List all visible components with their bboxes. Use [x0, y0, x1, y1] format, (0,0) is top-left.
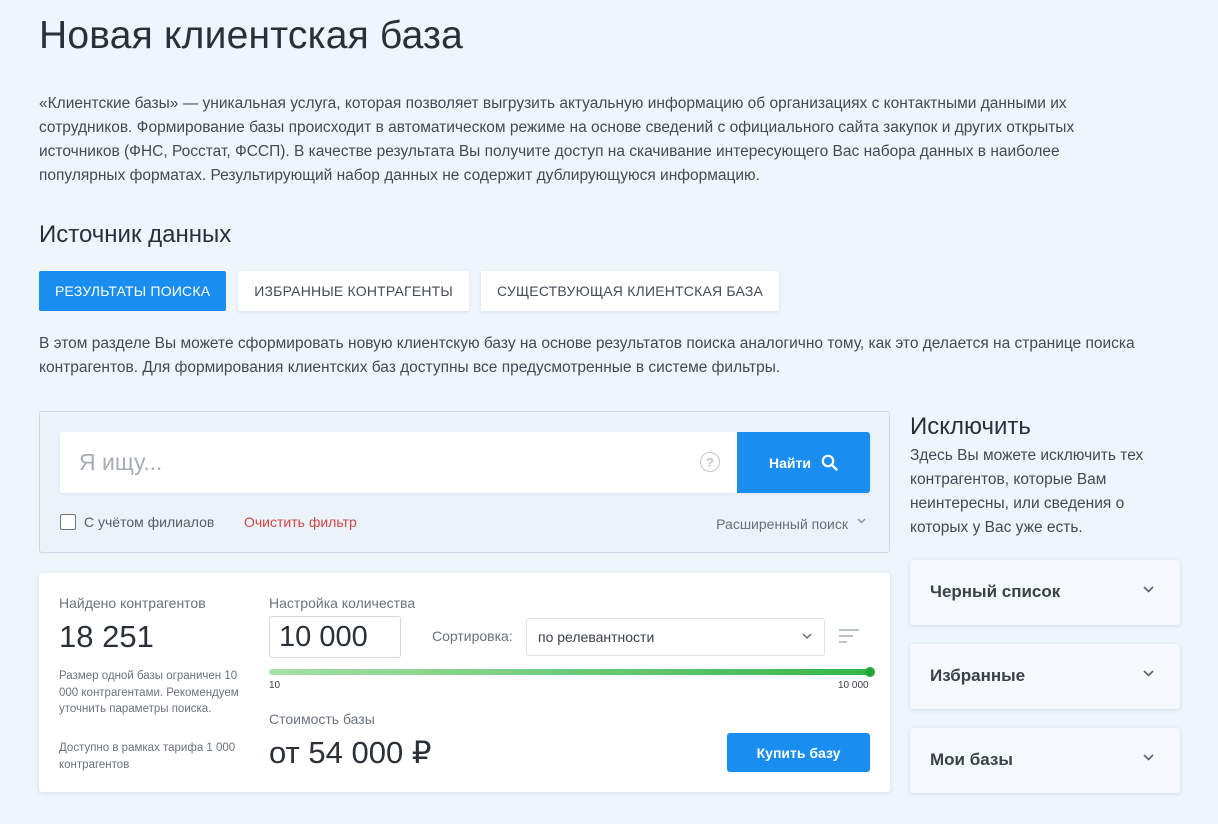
- tab-favorite-counterparties[interactable]: Избранные контрагенты: [238, 271, 470, 311]
- source-description: В этом разделе Вы можете сформировать но…: [39, 335, 1135, 376]
- exclude-heading: Исключить: [910, 413, 1031, 440]
- search-icon: [821, 454, 838, 471]
- my-bases-title: Мои базы: [930, 750, 1013, 769]
- sort-value: по релевантности: [538, 629, 655, 645]
- help-icon[interactable]: ?: [700, 452, 720, 472]
- chevron-down-icon: [857, 518, 866, 524]
- slider-min-label: 10: [269, 680, 281, 691]
- chevron-down-icon: [1143, 670, 1154, 677]
- source-heading: Источник данных: [39, 221, 232, 248]
- find-button[interactable]: Найти: [737, 432, 870, 493]
- filter-row: С учётом филиалов Очистить фильтр Расшир…: [60, 513, 870, 533]
- favorites-accordion[interactable]: Избранные: [910, 644, 1180, 709]
- tab-existing-client-base[interactable]: Существующая клиентская база: [481, 271, 780, 311]
- sort-icon[interactable]: [839, 629, 859, 643]
- price-value: от 54 000 ₽: [269, 735, 432, 770]
- blacklist-title: Черный список: [930, 582, 1061, 601]
- favorites-title: Избранные: [930, 666, 1026, 685]
- chevron-down-icon: [1143, 586, 1154, 593]
- advanced-search-link[interactable]: Расширенный поиск: [716, 516, 848, 532]
- tab-search-results[interactable]: Результаты поиска: [39, 271, 227, 311]
- include-branches-checkbox[interactable]: [60, 514, 76, 530]
- found-label: Найдено контрагентов: [59, 595, 206, 611]
- blacklist-accordion[interactable]: Черный список: [910, 560, 1180, 625]
- exclude-description: Здесь Вы можете исключить тех контрагент…: [910, 447, 1144, 536]
- tariff-note: Доступно в рамках тарифа 1 000 контраген…: [59, 742, 236, 771]
- buy-base-button[interactable]: Купить базу: [727, 733, 870, 772]
- sort-select[interactable]: по релевантности: [526, 618, 825, 656]
- page-title: Новая клиентская база: [39, 14, 464, 57]
- include-branches-label[interactable]: С учётом филиалов: [84, 514, 214, 530]
- quantity-input[interactable]: [269, 616, 401, 658]
- chevron-down-icon: [1143, 754, 1154, 761]
- search-panel: ? Найти С учётом филиалов Очистить фильт…: [39, 411, 890, 553]
- search-row: ? Найти: [60, 432, 870, 493]
- search-input[interactable]: [60, 432, 700, 493]
- quantity-slider-handle[interactable]: [865, 667, 875, 677]
- results-card: Найдено контрагентов 18 251 Размер одной…: [39, 573, 890, 792]
- intro-text: «Клиентские базы» — уникальная услуга, к…: [39, 95, 1075, 184]
- sort-label: Сортировка:: [432, 628, 513, 644]
- found-count: 18 251: [59, 619, 154, 654]
- chevron-down-icon: [802, 633, 812, 639]
- source-tabs: Результаты поиска Избранные контрагенты …: [39, 271, 780, 311]
- price-label: Стоимость базы: [269, 711, 375, 727]
- slider-max-label: 10 000: [838, 680, 869, 691]
- clear-filter-link[interactable]: Очистить фильтр: [244, 514, 357, 530]
- quantity-slider-track[interactable]: [269, 669, 870, 675]
- find-button-label: Найти: [769, 454, 811, 471]
- my-bases-accordion[interactable]: Мои базы: [910, 728, 1180, 793]
- limit-note: Размер одной базы ограничен 10 000 контр…: [59, 670, 239, 715]
- quantity-label: Настройка количества: [269, 595, 416, 611]
